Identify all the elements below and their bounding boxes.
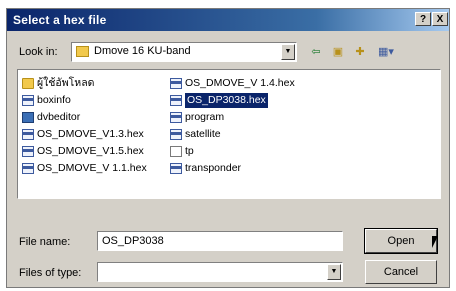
chevron-down-icon[interactable]: ▼ <box>327 264 341 280</box>
file-name-field[interactable]: OS_DP3038 <box>97 231 343 251</box>
file-name-label: File name: <box>19 236 71 248</box>
list-item[interactable]: OS_DMOVE_V1.3.hex <box>22 127 144 142</box>
list-item[interactable]: OS_DMOVE_V 1.4.hex <box>170 76 295 91</box>
dialog-title: Select a hex file <box>13 13 107 27</box>
help-button[interactable]: ? <box>415 12 431 26</box>
look-in-combo[interactable]: Dmove 16 KU-band ▼ <box>71 42 297 62</box>
list-item[interactable]: transponder <box>170 161 241 176</box>
open-button[interactable]: Open <box>364 228 438 254</box>
new-folder-icon[interactable]: ✚ <box>351 44 369 60</box>
cancel-button[interactable]: Cancel <box>365 260 437 284</box>
chevron-down-icon[interactable]: ▼ <box>281 44 295 60</box>
title-bar: Select a hex file ? X <box>7 9 449 31</box>
file-name-value: OS_DP3038 <box>102 235 164 247</box>
list-item[interactable]: dvbeditor <box>22 110 80 125</box>
select-hex-file-dialog: Select a hex file ? X Look in: Dmove 16 … <box>6 8 450 288</box>
file-icon <box>22 163 34 174</box>
file-icon <box>170 163 182 174</box>
list-item[interactable]: OS_DMOVE_V 1.1.hex <box>22 161 147 176</box>
mouse-pointer-icon <box>432 236 444 248</box>
back-arrow-icon[interactable]: ⇦ <box>307 44 325 60</box>
file-list: ผู้ใช้อัพโหลด boxinfo dvbeditor OS_DMOVE… <box>17 69 441 199</box>
close-button[interactable]: X <box>432 12 448 26</box>
file-icon <box>22 95 34 106</box>
file-icon <box>22 146 34 157</box>
views-menu-icon[interactable]: ▦▾ <box>373 44 399 60</box>
list-item[interactable]: tp <box>170 144 194 159</box>
look-in-label: Look in: <box>19 46 58 58</box>
file-icon <box>170 129 182 140</box>
up-folder-icon[interactable]: ▣ <box>329 44 347 60</box>
file-icon <box>170 78 182 89</box>
files-of-type-combo[interactable]: ▼ <box>97 262 343 282</box>
app-icon <box>22 112 34 123</box>
list-item[interactable]: ผู้ใช้อัพโหลด <box>22 76 94 91</box>
list-item[interactable]: OS_DMOVE_V1.5.hex <box>22 144 144 159</box>
list-item-selected[interactable]: OS_DP3038.hex <box>170 93 268 108</box>
blank-file-icon <box>170 146 182 157</box>
list-item[interactable]: boxinfo <box>22 93 71 108</box>
folder-icon <box>76 46 89 57</box>
file-icon <box>170 112 182 123</box>
list-item[interactable]: satellite <box>170 127 221 142</box>
files-of-type-label: Files of type: <box>19 267 82 279</box>
list-item[interactable]: program <box>170 110 224 125</box>
file-icon <box>22 129 34 140</box>
look-in-value: Dmove 16 KU-band <box>94 45 191 57</box>
folder-icon <box>22 78 34 89</box>
file-icon <box>170 95 182 106</box>
